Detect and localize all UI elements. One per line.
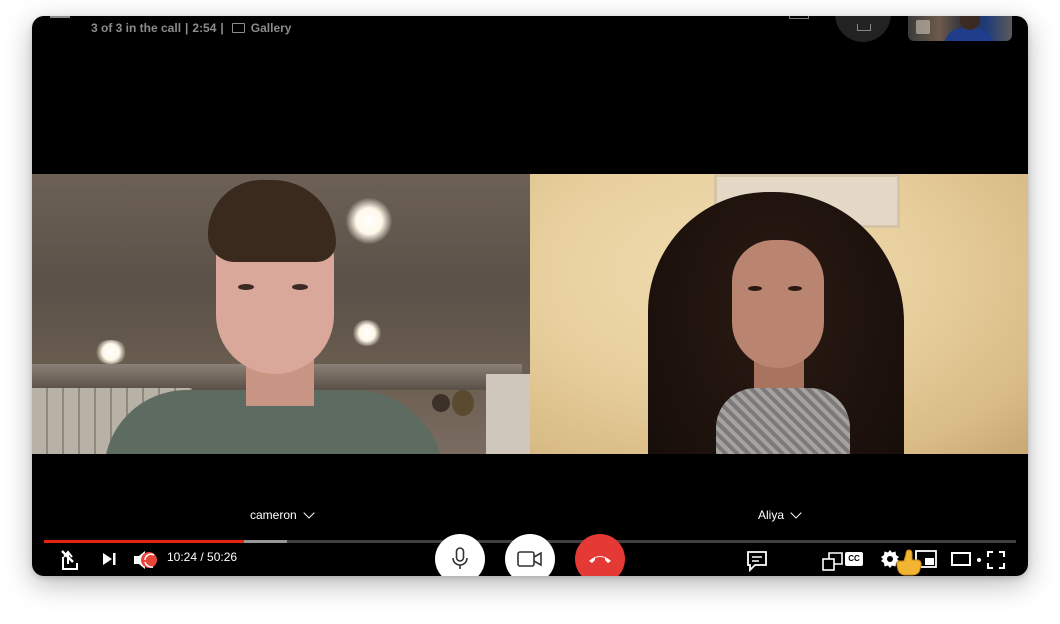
chevron-down-icon xyxy=(303,506,315,519)
eye xyxy=(788,286,802,291)
volume-icon[interactable] xyxy=(132,548,160,572)
ceiling-light xyxy=(346,198,392,244)
call-window: 3 of 3 in the call | 2:54 | Gallery came… xyxy=(32,16,1028,576)
self-view-background xyxy=(916,20,930,34)
ceiling-light xyxy=(94,340,128,364)
separator: | xyxy=(185,21,189,35)
eye xyxy=(748,286,762,291)
video-tile-cameron[interactable] xyxy=(32,174,530,454)
participant-name-cameron[interactable]: cameron xyxy=(250,506,315,522)
ceiling-light xyxy=(352,320,382,346)
played-bar xyxy=(44,540,245,543)
share-screen-button[interactable] xyxy=(835,16,891,42)
picture-in-picture-icon[interactable] xyxy=(822,550,844,572)
menu-icon[interactable] xyxy=(50,16,70,22)
expand-icon[interactable] xyxy=(789,16,809,19)
closed-captions-icon[interactable]: CC xyxy=(845,552,863,566)
call-info: 3 of 3 in the call | 2:54 | Gallery xyxy=(91,21,291,35)
face xyxy=(732,240,824,368)
top-bar: 3 of 3 in the call | 2:54 | Gallery xyxy=(32,16,1028,46)
participant-name-aliya[interactable]: Aliya xyxy=(758,506,802,522)
fullscreen-icon[interactable] xyxy=(986,550,1006,570)
phone-hangup-icon xyxy=(589,556,611,563)
pointing-hand-cursor-icon xyxy=(894,544,928,576)
chevron-down-icon xyxy=(790,506,802,519)
chat-icon[interactable] xyxy=(746,550,768,573)
hanging-pans xyxy=(424,386,484,420)
pan xyxy=(432,394,450,412)
separator: | xyxy=(220,21,224,35)
kitchen-door xyxy=(486,374,530,454)
eye xyxy=(292,284,308,290)
time-display: 10:24 / 50:26 xyxy=(167,550,238,564)
next-icon[interactable] xyxy=(102,552,116,566)
self-view-thumbnail[interactable] xyxy=(908,16,1012,41)
video-camera-icon xyxy=(517,551,542,567)
share-icon[interactable] xyxy=(60,549,82,571)
participant-name: cameron xyxy=(250,508,297,522)
top xyxy=(716,388,850,454)
pan xyxy=(452,390,474,416)
dot-icon xyxy=(977,558,981,562)
participant-count: 3 of 3 in the call xyxy=(91,21,182,35)
hang-up-button[interactable] xyxy=(575,534,625,576)
camera-button[interactable] xyxy=(505,534,555,576)
gallery-icon xyxy=(231,23,245,33)
hair xyxy=(208,180,336,262)
microphone-button[interactable] xyxy=(435,534,485,576)
microphone-icon xyxy=(452,547,468,569)
call-duration: 2:54 xyxy=(192,21,217,35)
video-tile-aliya[interactable] xyxy=(530,174,1028,454)
view-mode-label[interactable]: Gallery xyxy=(251,21,292,35)
theater-mode-icon[interactable] xyxy=(951,552,971,566)
eye xyxy=(238,284,254,290)
participant-name: Aliya xyxy=(758,508,785,522)
